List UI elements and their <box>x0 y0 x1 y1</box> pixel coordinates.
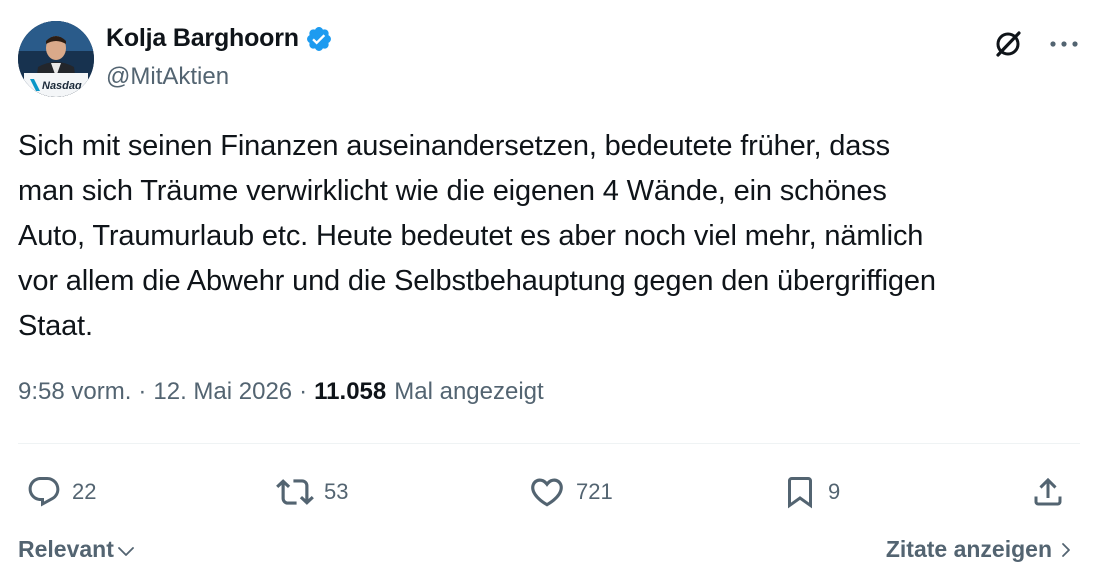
verified-badge-icon[interactable] <box>305 25 333 53</box>
sort-replies-dropdown[interactable]: Relevant <box>18 536 136 563</box>
like-count: 721 <box>576 479 613 504</box>
author-handle[interactable]: @MitAktien <box>106 63 229 91</box>
share-icon <box>1034 477 1062 506</box>
view-quotes-link[interactable]: Zitate anzeigen <box>886 536 1074 563</box>
sort-label: Relevant <box>18 536 114 562</box>
tweet-text: Sich mit seinen Finanzen auseinandersetz… <box>18 130 936 342</box>
repost-button[interactable]: 53 <box>276 468 348 516</box>
chevron-down-icon <box>117 547 134 556</box>
meta-separator: · <box>299 378 308 405</box>
heart-icon <box>531 478 563 507</box>
reply-count: 22 <box>72 479 97 504</box>
avatar[interactable]: Nasdaq <box>18 21 94 97</box>
tweet-date[interactable]: 12. Mai 2026 <box>153 378 292 406</box>
meta-separator: · <box>138 378 147 405</box>
reply-button[interactable]: 22 <box>26 468 96 516</box>
grok-button[interactable] <box>988 24 1028 64</box>
bookmark-button[interactable]: 9 <box>782 468 840 516</box>
bookmark-count: 9 <box>828 479 841 504</box>
author-name-row: Kolja Barghoorn <box>106 24 333 53</box>
chevron-right-icon <box>1062 542 1070 557</box>
tweet-meta: 9:58 vorm. · 12. Mai 2026 · 11.058 Mal a… <box>18 378 544 406</box>
quotes-label: Zitate anzeigen <box>885 536 1052 562</box>
share-button[interactable] <box>1030 468 1066 516</box>
repost-count: 53 <box>324 479 349 504</box>
repost-icon <box>276 479 314 505</box>
bookmark-icon <box>788 477 812 509</box>
author-display-name[interactable]: Kolja Barghoorn <box>106 24 299 53</box>
more-options-button[interactable] <box>1042 24 1086 64</box>
divider <box>18 443 1080 444</box>
views-label: Mal angezeigt <box>394 378 544 405</box>
grok-icon <box>996 31 1021 57</box>
avatar-badge-text: Nasdaq <box>42 80 82 92</box>
tweet-header: Nasdaq Kolja Barghoorn @MitAktien <box>18 18 1086 98</box>
more-dots-icon <box>1050 41 1078 47</box>
like-button[interactable]: 721 <box>528 468 613 516</box>
action-bar: 22 53 721 9 <box>18 468 1084 516</box>
tweet-time[interactable]: 9:58 vorm. <box>18 378 131 406</box>
reply-icon <box>28 477 60 507</box>
views-count[interactable]: 11.058 <box>314 378 386 406</box>
